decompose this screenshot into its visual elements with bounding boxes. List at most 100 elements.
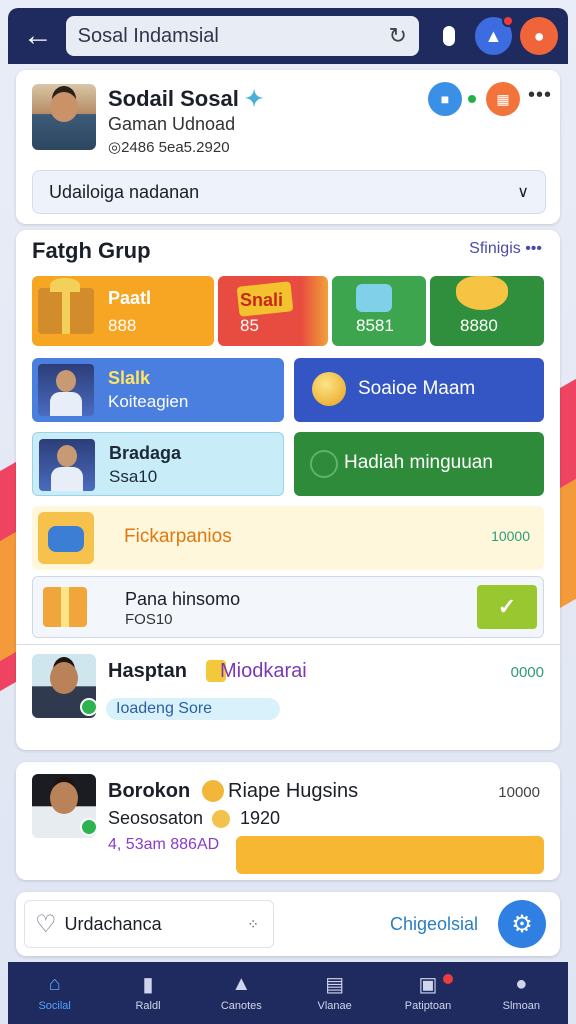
tile-value: 8581 [356, 316, 394, 335]
settings-link[interactable]: Sfinigis ••• [469, 240, 542, 258]
member-value: 1920 [240, 808, 281, 828]
avatar-button[interactable]: ● [520, 17, 558, 55]
member-score: 0000 [510, 664, 544, 681]
nav-label: Raldl [135, 1000, 161, 1012]
nav-item-canotes[interactable]: ▲ Canotes [195, 962, 288, 1024]
list-item[interactable]: Pana hinsomo FOS10 ✓ [32, 576, 544, 638]
coin-icon [212, 810, 230, 828]
chip-label: Ioadeng Sore [116, 700, 213, 717]
reward-tile-gift[interactable]: Paatl 888 [32, 276, 214, 346]
bottom-nav: ⌂ Socilal ▮ Raldl ▲ Canotes ▤ Vlanae ▣ P… [8, 962, 568, 1024]
thumbnail-image [38, 364, 94, 416]
grid-icon: ▦ [496, 90, 510, 107]
reward-tile-red[interactable]: Snali 85 [218, 276, 328, 346]
online-indicator [80, 698, 98, 716]
tile-value: 8880 [460, 316, 498, 335]
search-field[interactable]: Sosal Indamsial ↻ [65, 16, 419, 56]
loading-chip: Ioadeng Sore [106, 698, 280, 720]
member-tag: 4, 53am 886AD [108, 836, 220, 853]
online-dot [468, 95, 476, 103]
gift-icon [43, 587, 87, 627]
profile-name: Sodail Sosal ✦ [108, 86, 264, 111]
check-icon [310, 450, 338, 478]
tile-label: Soaioe Maam [358, 378, 476, 399]
lock-button[interactable]: ■ [428, 82, 462, 116]
dropdown-value: Udailoiga nadanan [49, 181, 200, 202]
member-score: 10000 [498, 784, 540, 801]
coin-icon [202, 780, 224, 802]
coin-icon [312, 372, 346, 406]
member-card[interactable]: Borokon Riape Hugsins 10000 Seososaton 1… [16, 762, 560, 880]
member-name: Borokon [108, 780, 191, 802]
avatar[interactable] [32, 84, 96, 150]
hand-icon: ✓ [497, 594, 517, 619]
rocket-button[interactable]: ▲ [474, 15, 515, 55]
reload-icon[interactable]: ↻ [388, 23, 406, 49]
profile-subtitle: Gaman Udnoad [108, 114, 236, 134]
heart-icon[interactable]: ♡ [35, 910, 57, 939]
tile-title: Snali [240, 290, 284, 310]
nav-label: Canotes [220, 1000, 262, 1012]
gift-bow-icon [50, 278, 80, 292]
nav-item-slmoan[interactable]: ● Slmoan [475, 962, 568, 1024]
cyan-tile[interactable]: Bradaga Ssa10 [32, 432, 284, 496]
tile-title: Bradaga [109, 443, 182, 463]
tile-value: 888 [108, 316, 137, 335]
online-indicator [80, 818, 98, 836]
nav-item-social[interactable]: ⌂ Socilal [8, 962, 101, 1024]
group-card: Fatgh Grup Sfinigis ••• Paatl 888 Snali … [16, 230, 560, 750]
profile-stats: 2486 5ea5.2920 [108, 138, 229, 156]
settings-fab[interactable]: ⚙ [498, 900, 546, 948]
member-title: Riape Hugsins [228, 780, 359, 802]
gold-icon [456, 276, 508, 310]
mic-icon [442, 26, 455, 46]
book-icon: ▮ [142, 973, 154, 996]
tile-value: 85 [240, 316, 259, 335]
weekly-gift-button[interactable]: Hadiah minguuan [294, 432, 544, 496]
tile-title: Slalk [108, 368, 151, 388]
list-item-title: Pana hinsomo [125, 589, 241, 609]
divider [16, 644, 560, 645]
member-subtitle: Seososaton [108, 808, 204, 828]
reward-tile-gold[interactable]: 8880 [430, 276, 544, 346]
arrow-left-icon: ← [22, 19, 53, 52]
inbox-icon: ▣ [418, 973, 438, 996]
social-link[interactable]: Chigeolsial [390, 914, 478, 935]
search-input[interactable]: Sosal Indamsial [78, 25, 389, 48]
list-item-label: Fickarpanios [124, 526, 232, 547]
back-button[interactable]: ← [18, 16, 58, 56]
tile-subtitle: Koiteagien [108, 392, 189, 411]
blue-tile[interactable]: Slalk Koiteagien [32, 358, 284, 422]
nav-item-raldl[interactable]: ▮ Raldl [101, 962, 194, 1024]
more-icon[interactable]: ••• [528, 84, 552, 107]
action-bar: ♡ Urdachanca ⁘ Chigeolsial ⚙ [16, 892, 560, 956]
thumbnail-image [39, 439, 95, 491]
tile-subtitle: Ssa10 [109, 467, 158, 486]
member-role: Miodkarai [220, 660, 307, 682]
grid-button[interactable]: ▦ [486, 82, 520, 116]
nav-label: Socilal [38, 1000, 71, 1012]
drag-handle-icon[interactable]: ⁘ [247, 916, 259, 933]
nav-item-patiptoan[interactable]: ▣ Patiptoan [381, 962, 474, 1024]
navy-tile[interactable]: Soaioe Maam [294, 358, 544, 422]
nav-label: Vlanae [317, 1000, 352, 1012]
list-item-value: 10000 [491, 528, 530, 544]
card-icon [356, 284, 392, 312]
progress-bar [236, 836, 544, 874]
user-icon: ● [515, 972, 528, 995]
status-dropdown[interactable]: Udailoiga nadanan ∨ [32, 170, 546, 214]
reward-tile-green[interactable]: 8581 [332, 276, 426, 346]
face-icon: ● [533, 25, 545, 46]
list-item[interactable]: Fickarpanios 10000 [32, 506, 544, 570]
image-icon: ▲ [231, 972, 252, 995]
lock-icon: ■ [440, 91, 450, 107]
top-bar: ← Sosal Indamsial ↻ ▲ ● [8, 8, 568, 64]
claim-button[interactable]: ✓ [477, 585, 537, 629]
group-title: Fatgh Grup [32, 238, 151, 263]
notification-dot [443, 974, 454, 984]
mic-button[interactable] [431, 16, 467, 56]
member-row[interactable]: Hasptan Miodkarai 0000 Ioadeng Sore [32, 654, 544, 734]
nav-item-vlanae[interactable]: ▤ Vlanae [288, 962, 381, 1024]
favorite-field[interactable]: ♡ Urdachanca ⁘ [24, 900, 274, 948]
notification-dot [502, 15, 515, 27]
